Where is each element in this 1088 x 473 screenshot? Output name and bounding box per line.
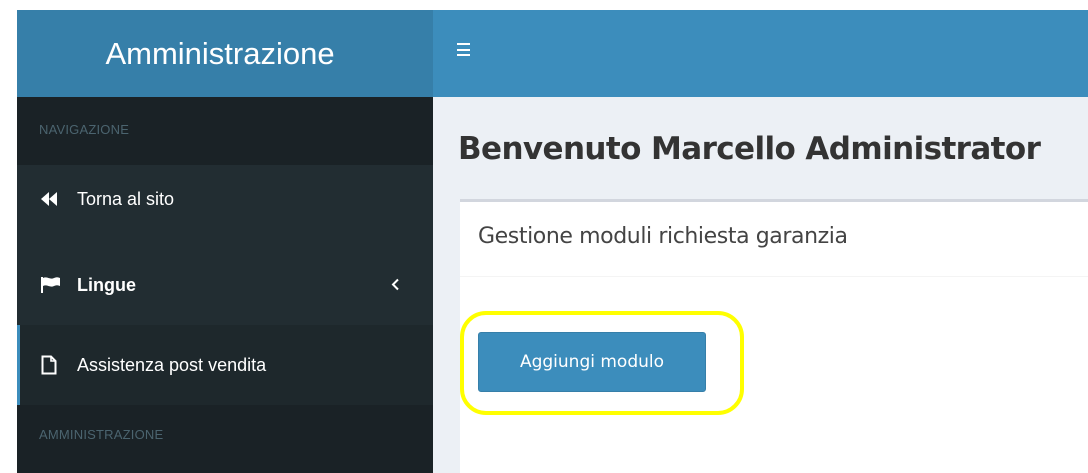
sidebar-item-label: Assistenza post vendita bbox=[77, 354, 267, 375]
hamburger-icon[interactable] bbox=[457, 43, 470, 56]
sidebar-item-assistenza[interactable]: Assistenza post vendita bbox=[17, 325, 433, 405]
sidebar-item-label: Lingue bbox=[77, 274, 136, 295]
add-module-button[interactable]: Aggiungi modulo bbox=[478, 332, 706, 392]
sidebar-header-navigation: NAVIGAZIONE bbox=[17, 97, 433, 165]
main-content: Benvenuto Marcello Administrator Gestion… bbox=[433, 97, 1088, 473]
logo[interactable]: Amministrazione bbox=[17, 10, 433, 97]
flag-icon bbox=[41, 275, 63, 295]
app-frame: Amministrazione NAVIGAZIONE Torna al sit… bbox=[17, 10, 1088, 473]
chevron-left-icon bbox=[391, 275, 399, 296]
sidebar-item-torna-al-sito[interactable]: Torna al sito bbox=[17, 165, 433, 245]
sidebar-item-label: Torna al sito bbox=[77, 188, 175, 209]
box-title: Gestione moduli richiesta garanzia bbox=[460, 202, 1088, 277]
sidebar: Amministrazione NAVIGAZIONE Torna al sit… bbox=[17, 10, 433, 473]
sidebar-item-lingue[interactable]: Lingue bbox=[17, 245, 433, 325]
page-title: Benvenuto Marcello Administrator bbox=[458, 131, 1041, 167]
fast-backward-icon bbox=[41, 189, 63, 209]
top-navbar bbox=[433, 10, 1088, 97]
moduli-box: Gestione moduli richiesta garanzia Aggiu… bbox=[460, 199, 1088, 473]
sidebar-header-amministrazione: AMMINISTRAZIONE bbox=[17, 405, 433, 473]
file-icon bbox=[41, 355, 63, 375]
